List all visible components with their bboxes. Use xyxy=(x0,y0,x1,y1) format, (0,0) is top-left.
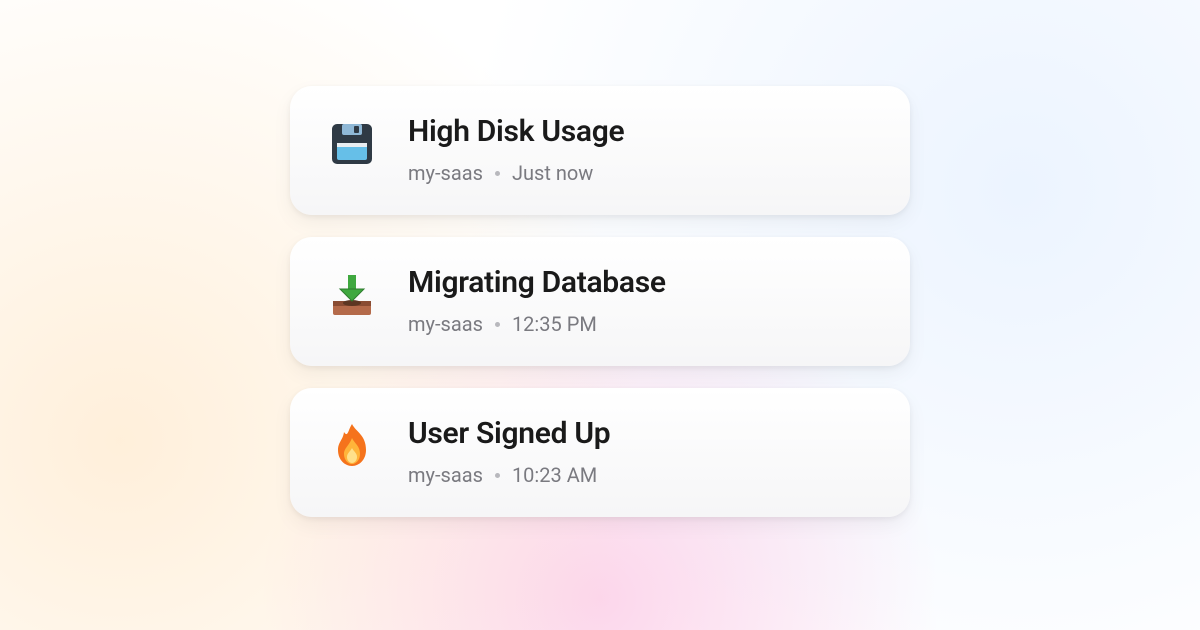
notification-meta: my-saas 10:23 AM xyxy=(408,463,876,487)
notification-list: High Disk Usage my-saas Just now xyxy=(290,0,910,517)
floppy-disk-icon xyxy=(324,116,380,172)
notification-card[interactable]: Migrating Database my-saas 12:35 PM xyxy=(290,237,910,366)
notification-time: Just now xyxy=(512,161,593,185)
notification-project: my-saas xyxy=(408,312,483,336)
notification-card[interactable]: User Signed Up my-saas 10:23 AM xyxy=(290,388,910,517)
separator-dot xyxy=(495,171,500,176)
notification-time: 12:35 PM xyxy=(512,312,597,336)
notification-project: my-saas xyxy=(408,463,483,487)
download-tray-icon xyxy=(324,267,380,323)
separator-dot xyxy=(495,322,500,327)
notification-title: Migrating Database xyxy=(408,265,876,300)
notification-time: 10:23 AM xyxy=(512,463,597,487)
notification-title: High Disk Usage xyxy=(408,114,876,149)
notification-content: High Disk Usage my-saas Just now xyxy=(408,114,876,185)
notification-meta: my-saas 12:35 PM xyxy=(408,312,876,336)
notification-title: User Signed Up xyxy=(408,416,876,451)
notification-card[interactable]: High Disk Usage my-saas Just now xyxy=(290,86,910,215)
separator-dot xyxy=(495,473,500,478)
fire-icon xyxy=(324,418,380,474)
notification-content: User Signed Up my-saas 10:23 AM xyxy=(408,416,876,487)
notification-meta: my-saas Just now xyxy=(408,161,876,185)
notification-project: my-saas xyxy=(408,161,483,185)
notification-content: Migrating Database my-saas 12:35 PM xyxy=(408,265,876,336)
